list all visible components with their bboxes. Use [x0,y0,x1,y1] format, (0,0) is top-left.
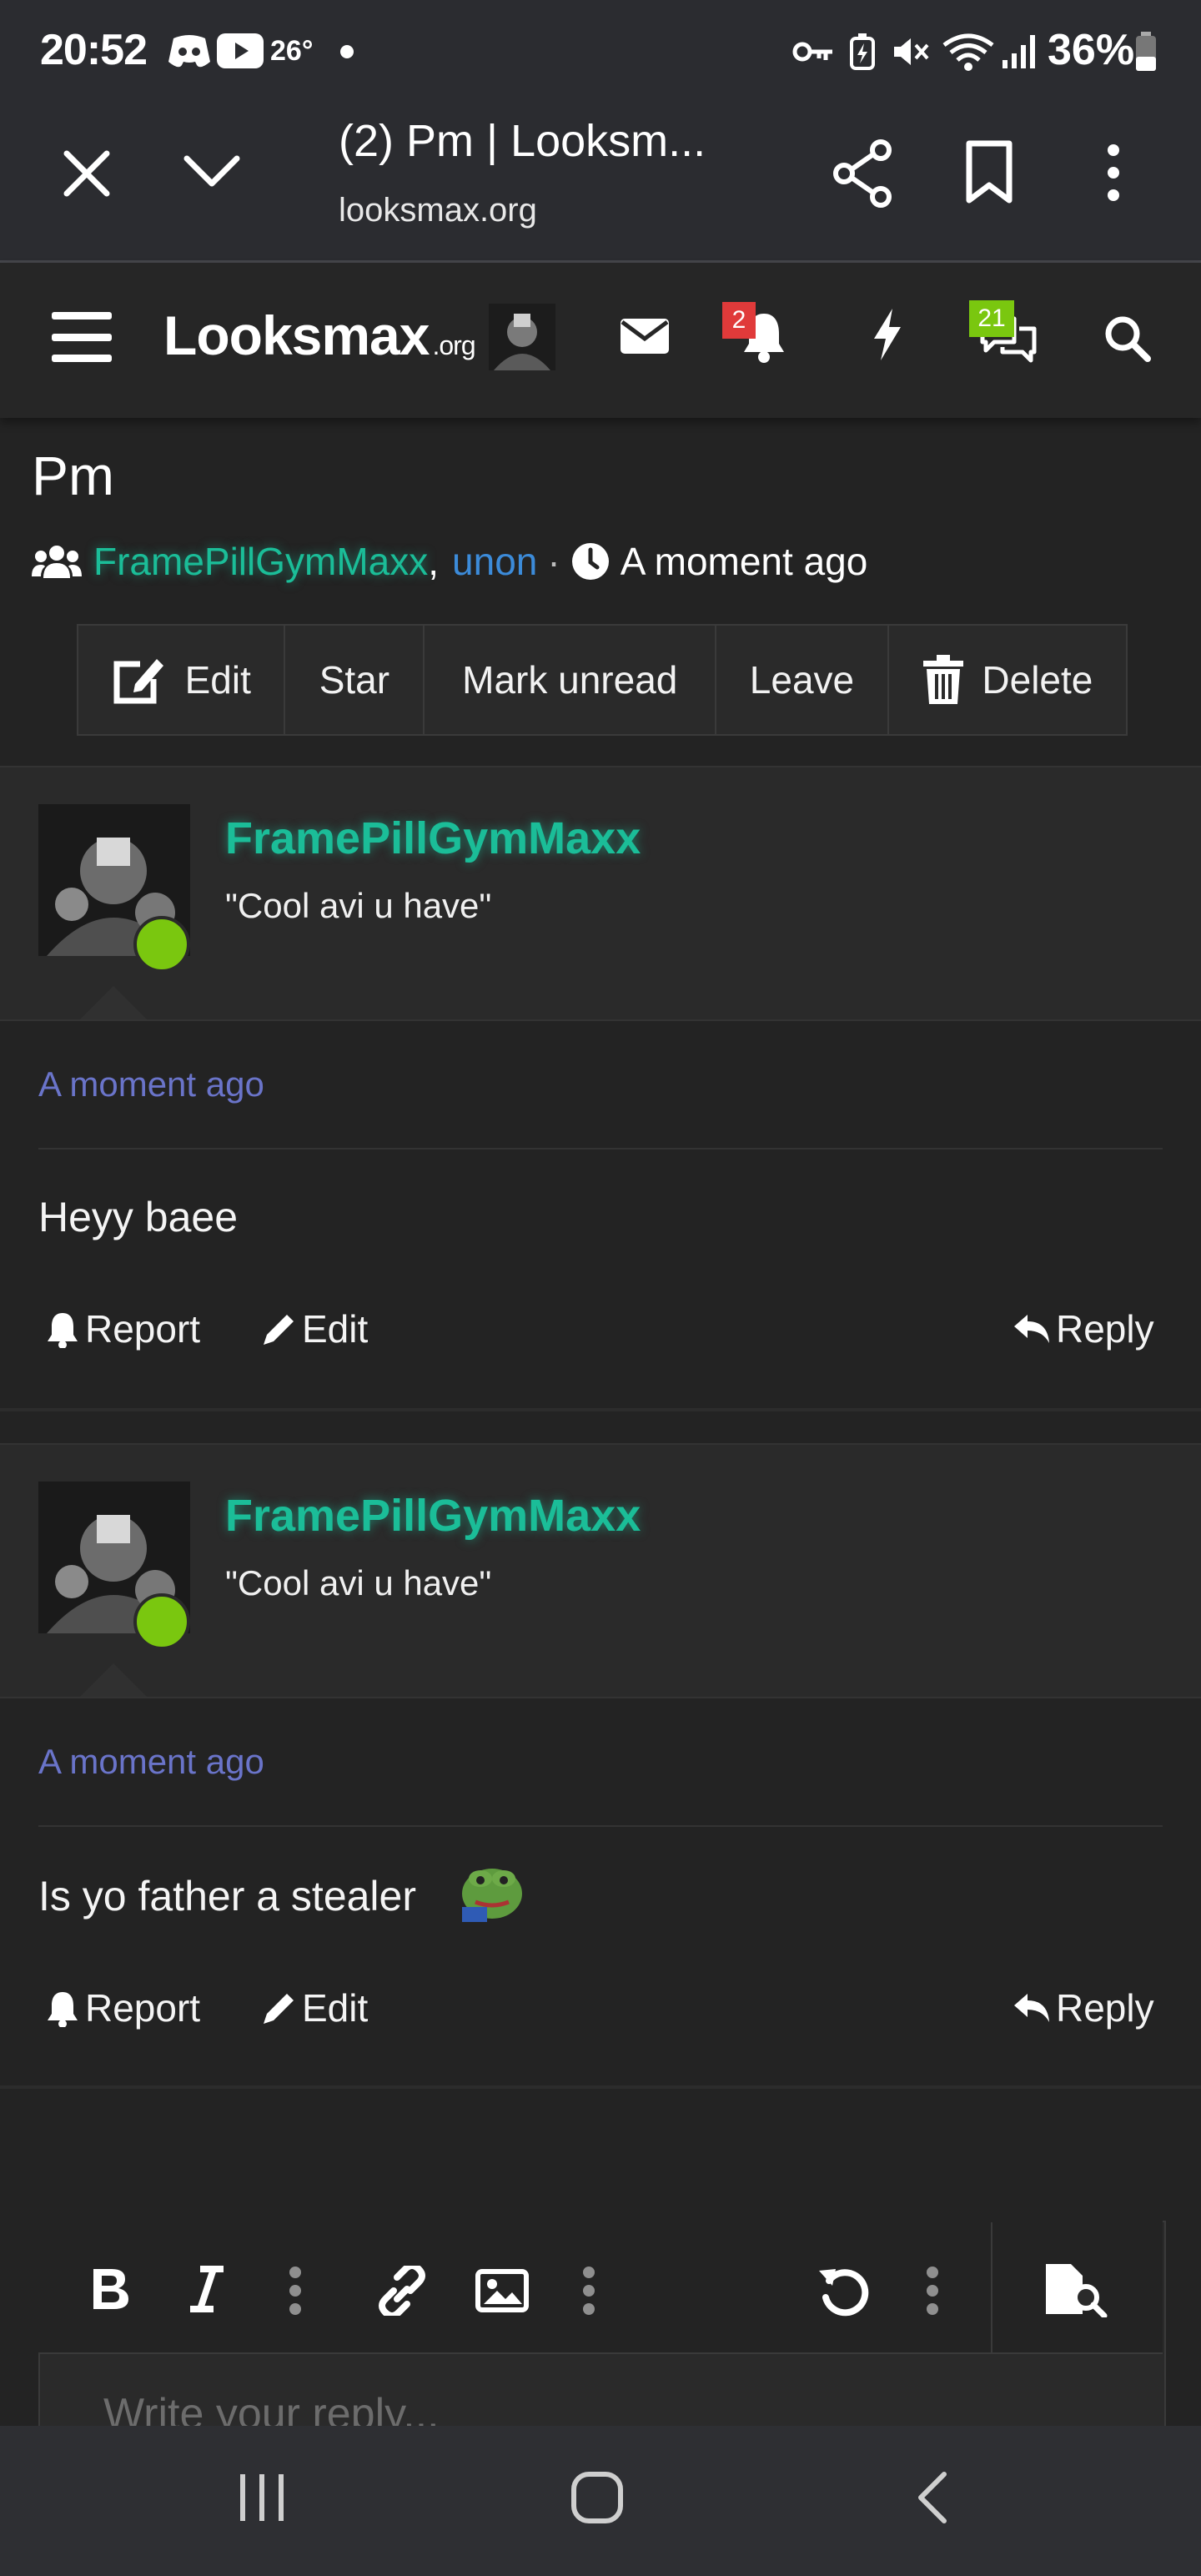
hamburger-menu-icon[interactable] [50,310,113,364]
message-separator [38,1148,1163,1150]
logo-suffix: .org [432,330,475,360]
wifi-icon [942,32,994,72]
message-pointer [80,1663,147,1697]
reply-arrow-icon [1013,1311,1056,1346]
edit-message-button[interactable]: Edit [260,1306,368,1351]
delete-conversation-button[interactable]: Delete [889,626,1126,734]
site-logo[interactable]: Looksmax .org [163,304,476,367]
battery-saver-icon [849,33,876,70]
edit-label: Edit [184,658,251,702]
message-time[interactable]: A moment ago [38,1742,264,1782]
signal-icon [1001,33,1038,70]
undo-icon[interactable] [817,2264,871,2317]
report-label: Report [85,1307,201,1351]
battery-icon [1134,32,1158,72]
message-body: Heyy baee [38,1194,239,1240]
online-indicator [133,1593,190,1650]
status-time: 20:52 [40,26,148,74]
reply-button[interactable]: Reply [1013,1306,1154,1351]
reply-arrow-icon [1013,1990,1056,2025]
reply-button[interactable]: Reply [1013,1985,1154,2030]
report-label: Report [85,1986,201,2030]
preview-icon[interactable] [1043,2262,1109,2317]
message-separator [38,1825,1163,1827]
home-icon[interactable] [570,2471,624,2524]
conversation-meta: FramePillGymMaxx , unon · A moment ago [32,539,867,584]
message-time[interactable]: A moment ago [38,1064,264,1104]
recent-apps-icon[interactable] [237,2471,287,2524]
bookmark-icon[interactable] [964,140,1014,204]
italic-icon[interactable] [188,2266,225,2312]
logo-text: Looksmax [163,304,430,366]
star-button[interactable]: Star [285,626,425,734]
tab-url[interactable]: looksmax.org [339,192,537,229]
mark-unread-button[interactable]: Mark unread [425,626,717,734]
tab-title[interactable]: (2) Pm | Looksm... [339,115,706,167]
participant-link[interactable]: unon [452,539,537,584]
leave-button[interactable]: Leave [716,626,889,734]
message-body: Is yo father a stealer [38,1873,417,1919]
edit-label: Edit [302,1986,369,2030]
reply-label: Reply [1056,1986,1154,2030]
close-tab-icon[interactable] [60,147,113,200]
notification-dot-icon [340,45,354,58]
participant-link[interactable]: FramePillGymMaxx [93,539,428,584]
pencil-icon [260,1310,302,1348]
more-editor-options-icon[interactable] [924,2266,941,2316]
bell-icon [45,1310,85,1348]
bell-icon [45,1989,85,2027]
chevron-down-icon[interactable] [182,150,242,190]
participant-separator: , [428,540,440,583]
message-username[interactable]: FramePillGymMaxx [225,1490,641,1542]
more-insert-icon[interactable] [580,2266,597,2316]
pepe-frog-emoji-icon [459,1857,525,1924]
discord-icon [167,33,212,70]
conversation-actions: Edit Star Mark unread Leave Delete [77,624,1128,736]
meta-dot: · [547,540,560,583]
trash-icon [922,654,965,706]
edit-label: Edit [302,1307,369,1351]
online-indicator [133,916,190,973]
report-button[interactable]: Report [45,1985,200,2030]
pencil-icon [260,1989,302,2027]
message-username[interactable]: FramePillGymMaxx [225,813,641,864]
search-icon[interactable] [1103,314,1151,362]
delete-label: Delete [982,658,1093,702]
conversation-time: A moment ago [620,540,868,583]
insert-image-icon[interactable] [475,2269,529,2312]
bold-icon[interactable] [88,2266,130,2312]
whats-new-bolt-icon[interactable] [871,307,904,362]
message-pointer [80,986,147,1019]
message-user-title: "Cool avi u have" [225,886,492,925]
status-temperature: 26° [270,35,314,67]
message-divider [0,2085,1201,2089]
youtube-icon [217,33,264,68]
more-formatting-icon[interactable] [287,2266,304,2316]
edit-message-button[interactable]: Edit [260,1985,368,2030]
back-icon[interactable] [914,2471,951,2524]
edit-conversation-button[interactable]: Edit [78,626,286,734]
message-user-title: "Cool avi u have" [225,1563,492,1602]
report-button[interactable]: Report [45,1306,200,1351]
toolbar-divider [991,2222,992,2352]
vpn-key-icon [792,37,834,67]
reply-label: Reply [1056,1307,1154,1351]
clock-icon [570,541,611,581]
alerts-badge: 2 [722,302,756,339]
battery-percent: 36% [1048,26,1135,74]
share-icon[interactable] [832,138,894,209]
edit-icon [112,654,167,706]
conversations-badge: 21 [969,300,1014,337]
inbox-envelope-icon[interactable] [619,315,671,357]
insert-link-icon[interactable] [375,2266,429,2316]
page-title: Pm [32,445,114,506]
user-avatar[interactable] [489,304,555,370]
more-options-icon[interactable] [1101,143,1126,202]
message-divider [0,1408,1201,1411]
mute-icon [891,33,931,70]
participants-icon [32,543,82,580]
